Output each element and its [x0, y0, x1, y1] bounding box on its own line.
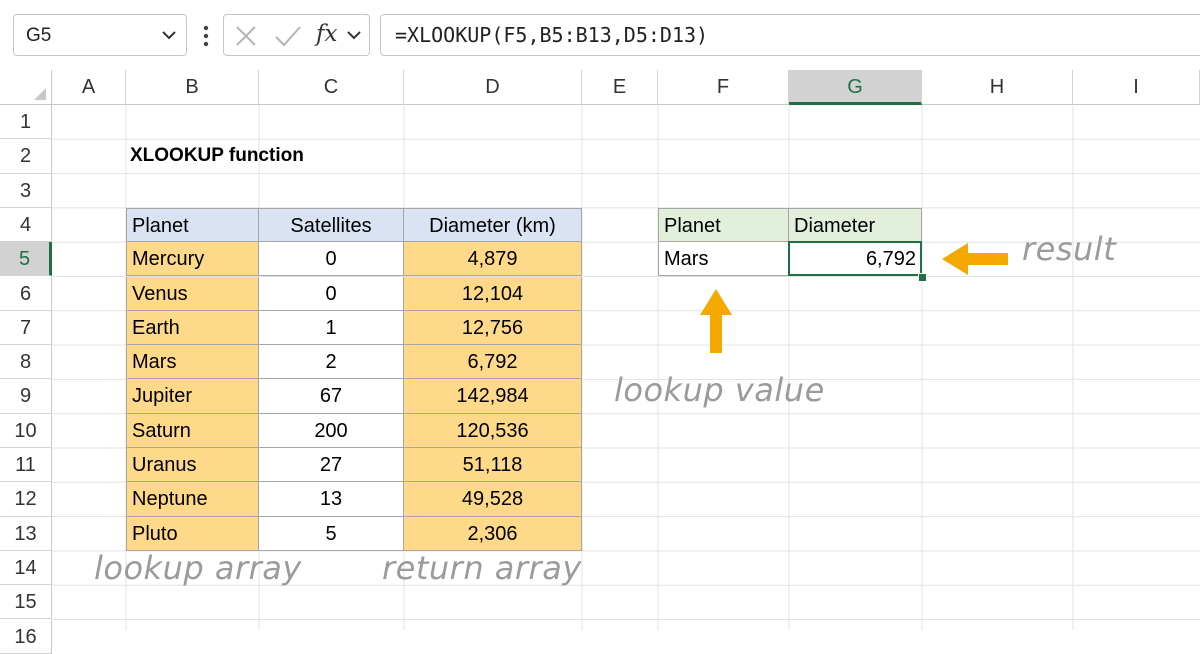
sheet-title[interactable]: XLOOKUP function [130, 139, 304, 173]
table-cell[interactable]: Uranus [126, 448, 259, 483]
table-cell[interactable]: Earth [126, 310, 259, 346]
formula-bar: G5 fx =XLOOKUP(F5,B5:B13,D5:D13) [0, 0, 1200, 70]
table-cell[interactable]: 13 [259, 482, 404, 517]
more-options-icon[interactable] [200, 22, 212, 50]
name-box[interactable]: G5 [13, 14, 187, 56]
formula-text: =XLOOKUP(F5,B5:B13,D5:D13) [395, 23, 709, 47]
table-cell[interactable]: 12,756 [404, 310, 582, 346]
chevron-down-icon[interactable] [345, 26, 363, 44]
chevron-down-icon[interactable] [160, 26, 178, 44]
table-cell[interactable]: 5 [259, 516, 404, 551]
annotation-return-array: return array [382, 548, 582, 587]
table-header-1[interactable]: Planet [126, 207, 259, 243]
lookup-header-1[interactable]: Planet [658, 207, 789, 243]
table-cell[interactable]: 49,528 [404, 482, 582, 517]
table-cell[interactable]: Jupiter [126, 379, 259, 414]
formula-input[interactable]: =XLOOKUP(F5,B5:B13,D5:D13) [380, 14, 1200, 56]
table-cell[interactable]: 2 [259, 345, 404, 380]
table-cell[interactable]: 67 [259, 379, 404, 414]
annotation-lookup-value: lookup value [614, 371, 825, 410]
table-cell[interactable]: Saturn [126, 413, 259, 448]
table-cell[interactable]: Venus [126, 276, 259, 311]
table-cell[interactable]: 27 [259, 448, 404, 483]
table-header-3[interactable]: Diameter (km) [404, 207, 582, 243]
table-cell[interactable]: Mars [126, 345, 259, 380]
annotation-result: result [1022, 230, 1117, 269]
table-cell[interactable]: 142,984 [404, 379, 582, 414]
result-cell-g5[interactable]: 6,792 [789, 242, 922, 277]
table-cell[interactable]: 200 [259, 413, 404, 448]
spreadsheet-grid: ABCDEFGHI 1 2 3 4 5 6 7 8 9 10 11 12 13 14 15 16 XLOOKU… [0, 70, 1200, 654]
table-cell[interactable]: 0 [259, 276, 404, 311]
lookup-header-2[interactable]: Diameter [789, 207, 922, 243]
lookup-value-arrow-icon [700, 288, 732, 353]
fill-handle[interactable] [918, 272, 927, 282]
table-cell[interactable]: 0 [259, 242, 404, 277]
table-cell[interactable]: 12,104 [404, 276, 582, 311]
table-cell[interactable]: Mercury [126, 242, 259, 277]
formula-buttons: fx [223, 14, 370, 56]
lookup-value-cell[interactable]: Mars [658, 242, 789, 277]
insert-function-icon[interactable]: fx [316, 21, 337, 47]
table-cell[interactable]: 51,118 [404, 448, 582, 483]
annotation-lookup-array: lookup array [94, 548, 302, 587]
table-cell[interactable]: 2,306 [404, 516, 582, 551]
check-icon[interactable] [274, 24, 302, 48]
cancel-icon[interactable] [234, 24, 258, 48]
name-box-value: G5 [26, 25, 52, 46]
table-cell[interactable]: 6,792 [404, 345, 582, 380]
table-cell[interactable]: Neptune [126, 482, 259, 517]
result-arrow-icon [942, 243, 1008, 276]
table-cell[interactable]: 1 [259, 310, 404, 346]
table-cell[interactable]: 120,536 [404, 413, 582, 448]
table-cell[interactable]: Pluto [126, 516, 259, 551]
table-header-2[interactable]: Satellites [259, 207, 404, 243]
table-cell[interactable]: 4,879 [404, 242, 582, 277]
